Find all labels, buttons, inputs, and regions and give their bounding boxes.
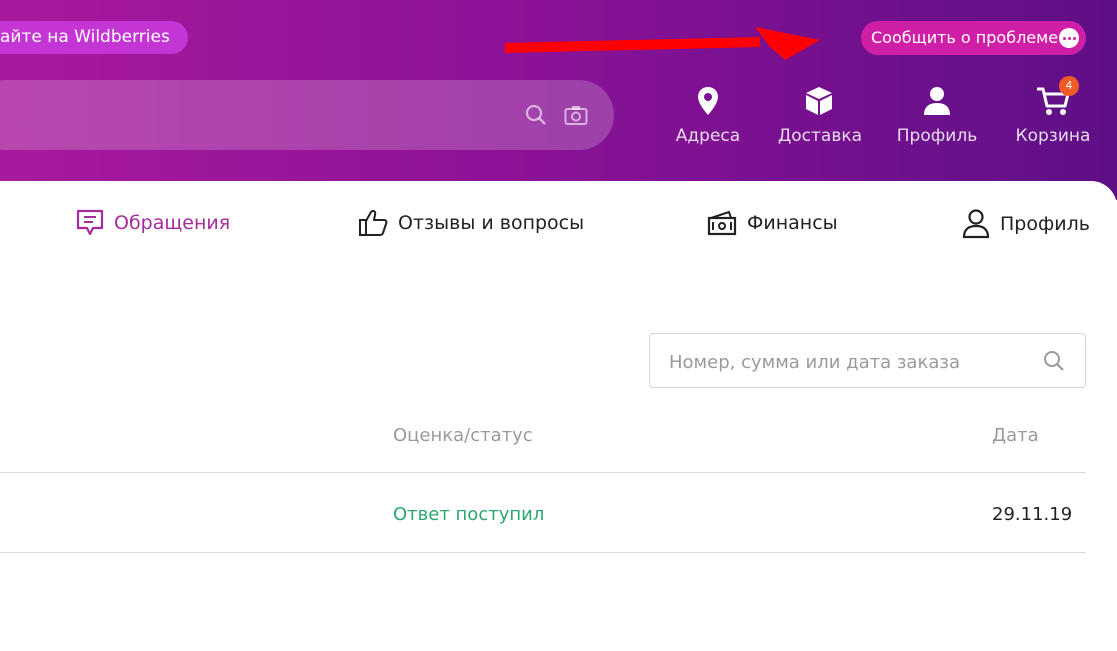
nav-delivery[interactable]: Доставка (778, 80, 863, 146)
row-status: Ответ поступил (393, 504, 545, 525)
nav-addresses[interactable]: Адреса (672, 80, 744, 146)
tab-label: Обращения (114, 212, 231, 234)
nav-label: Доставка (778, 126, 863, 146)
thumbs-up-icon (359, 210, 388, 236)
camera-icon[interactable] (564, 104, 588, 126)
message-icon (76, 209, 104, 236)
table-divider (0, 472, 1086, 473)
table-divider (0, 552, 1086, 553)
tab-profile[interactable]: Профиль (962, 209, 1090, 239)
report-problem-button[interactable]: Сообщить о проблеме (861, 21, 1086, 55)
main-content: Обращения Отзывы и вопросы Финансы Профи… (0, 181, 1117, 651)
box-icon (806, 87, 832, 115)
nav-label: Адреса (675, 126, 741, 146)
column-header-date: Дата (992, 425, 1039, 446)
promo-link[interactable]: айте на Wildberries (0, 21, 188, 54)
cart-count-badge: 4 (1059, 76, 1079, 96)
search-icon[interactable] (525, 104, 547, 126)
tab-label: Отзывы и вопросы (398, 212, 585, 234)
user-icon (924, 87, 950, 115)
row-date: 29.11.19 (992, 504, 1073, 525)
wallet-icon (707, 210, 737, 236)
tab-label: Финансы (747, 212, 838, 234)
site-header: айте на Wildberries Сообщить о проблеме … (0, 0, 1117, 200)
order-search-input[interactable] (667, 348, 1041, 376)
tab-finances[interactable]: Финансы (707, 209, 838, 237)
chat-bubble-icon (1059, 28, 1079, 48)
order-search-box[interactable] (649, 333, 1086, 388)
tab-reviews[interactable]: Отзывы и вопросы (358, 209, 584, 237)
search-icon[interactable] (1043, 350, 1065, 372)
tab-label: Профиль (1000, 213, 1090, 235)
red-arrow-annotation (505, 27, 820, 60)
nav-label: Корзина (1015, 126, 1091, 146)
location-pin-icon (698, 87, 718, 115)
nav-label: Профиль (896, 126, 978, 146)
nav-profile[interactable]: Профиль (896, 80, 978, 146)
user-icon (962, 209, 990, 239)
nav-cart[interactable]: Корзина (1012, 80, 1094, 146)
tab-requests[interactable]: Обращения (76, 209, 230, 237)
column-header-status: Оценка/статус (393, 425, 533, 446)
main-search-bar[interactable] (0, 80, 614, 150)
report-problem-label: Сообщить о проблеме (871, 28, 1059, 47)
